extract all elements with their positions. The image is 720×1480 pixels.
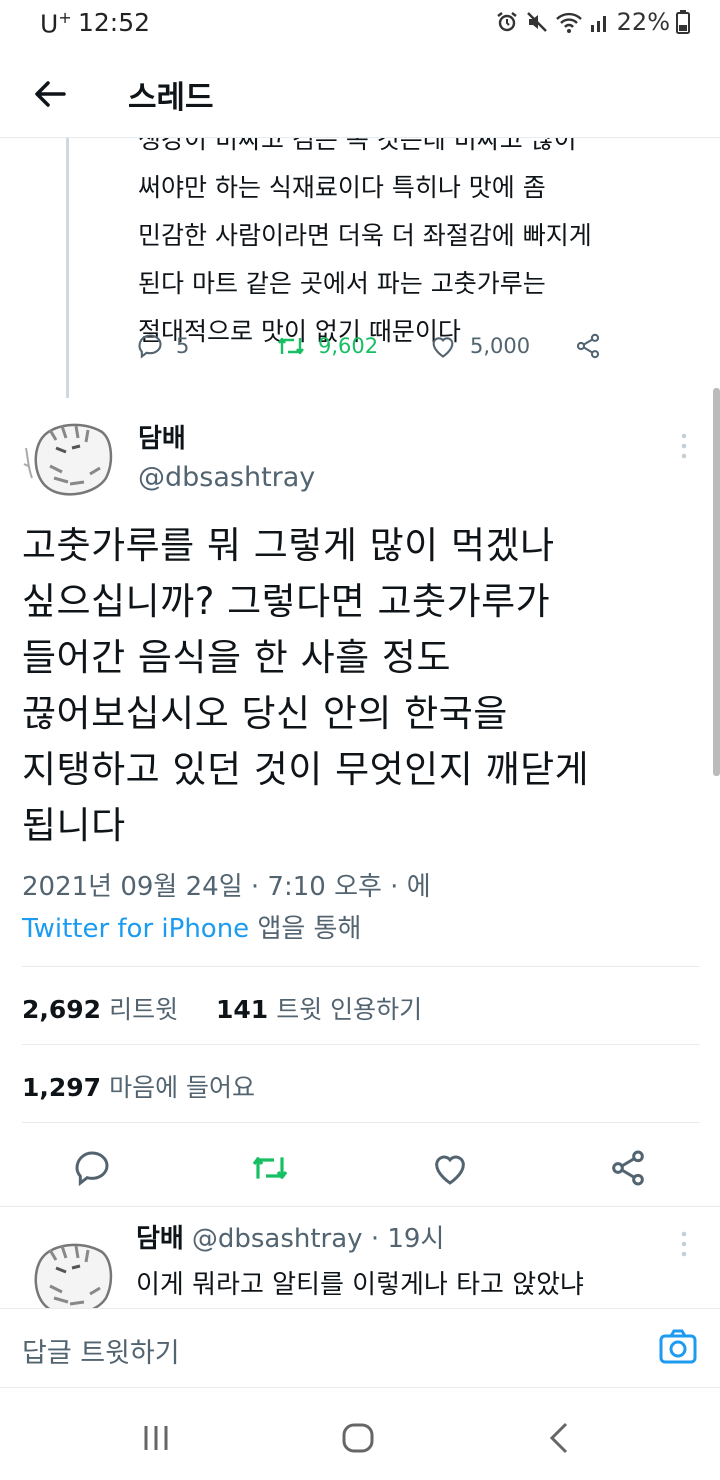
status-icons: 22% [495, 8, 690, 36]
previous-tweet-line: 된다 마트 같은 곳에서 파는 고춧가루는 [138, 269, 546, 298]
like-button[interactable]: 5,000 [428, 332, 530, 360]
retweets-stat[interactable]: 2,692 리트윗 [22, 995, 178, 1024]
previous-tweet-line: 민감한 사람이라면 더욱 더 좌절감에 빠지게 [138, 221, 592, 250]
alarm-icon [496, 12, 517, 32]
reply-icon [138, 334, 162, 359]
like-icon [432, 337, 454, 358]
previous-tweet-line: 써야만 하는 식재료이다 특히나 맛에 좀 [138, 173, 546, 202]
tweet-meta: 2021년 09월 24일 · 7:10 오후 · 에 Twitter for … [22, 866, 431, 950]
tweet-text-line: 고춧가루를 뭐 그렇게 많이 먹겠나 [22, 524, 555, 567]
avatar-drawing [20, 408, 120, 508]
more-icon[interactable] [674, 1226, 694, 1266]
mute-icon [526, 12, 547, 32]
thread-header: 스레드 [0, 48, 720, 138]
share-icon[interactable] [608, 1148, 648, 1188]
previous-tweet-actions: 5 9,602 5,000 [136, 332, 616, 372]
like-count: 5,000 [470, 334, 531, 358]
reply-button[interactable]: 5 [136, 332, 189, 360]
status-time: 12:52 [78, 8, 151, 37]
nav-back-icon[interactable] [540, 1418, 580, 1458]
quote-tweets-stat[interactable]: 141 트윗 인용하기 [216, 995, 422, 1024]
tweet-text-line: 끊어보십시오 당신 안의 한국을 [22, 692, 508, 735]
divider [22, 1044, 700, 1045]
reply-author-name[interactable]: 담배 [136, 1224, 184, 1254]
tweet-action-bar [0, 1138, 720, 1198]
page-title: 스레드 [128, 80, 214, 116]
status-bar: U+ 12:52 22% [0, 0, 720, 48]
share-icon [576, 333, 600, 359]
reply-compose-bar: 답글 트윗하기 [0, 1308, 720, 1388]
like-stat-count: 1,297 [22, 1073, 102, 1102]
share-button[interactable] [574, 332, 602, 360]
like-icon[interactable] [430, 1148, 470, 1188]
like-stat-label: 마음에 들어요 [109, 1073, 256, 1102]
camera-icon[interactable] [658, 1327, 698, 1367]
tweet-source-suffix: 앱을 통해 [257, 914, 362, 944]
divider [0, 1206, 720, 1207]
retweet-icon [278, 337, 304, 355]
thread-content[interactable]: 생강이 비싸고 검은 녹 것은데 비싸고 많이 써야만 하는 식재료이다 특히나… [0, 138, 720, 1308]
quote-stat-label: 트윗 인용하기 [276, 995, 423, 1024]
previous-tweet-text: 생강이 비싸고 검은 녹 것은데 비싸고 많이 써야만 하는 식재료이다 특히나… [138, 138, 698, 356]
tweet-text-line: 들어간 음식을 한 사흘 정도 [22, 636, 451, 679]
author-name[interactable]: 담배 [138, 418, 186, 455]
battery-icon [676, 10, 690, 34]
retweet-count: 9,602 [318, 334, 379, 358]
retweet-icon[interactable] [250, 1148, 290, 1188]
reply-input[interactable]: 답글 트윗하기 [22, 1331, 180, 1370]
wifi-icon [555, 12, 582, 33]
reply-author-row: 담배 @dbsashtray · 19시 [136, 1218, 444, 1255]
reply-tweet-text: 이게 뭐라고 알티를 이렇게나 타고 앉았냐 [136, 1270, 584, 1300]
tweet-datetime: 2021년 09월 24일 · 7:10 오후 · 에 [22, 872, 431, 902]
retweet-stat-count: 2,692 [22, 995, 102, 1024]
reply-icon[interactable] [72, 1148, 112, 1188]
tweet-source-link[interactable]: Twitter for iPhone [22, 914, 249, 944]
likes-stat[interactable]: 1,297 마음에 들어요 [22, 1068, 255, 1104]
battery-percent: 22% [616, 8, 670, 36]
scrollbar-thumb[interactable] [713, 388, 720, 776]
recent-apps-icon[interactable] [136, 1418, 176, 1458]
carrier-label: U+ [40, 8, 72, 39]
back-arrow-icon[interactable] [30, 74, 70, 114]
more-icon[interactable] [674, 428, 694, 468]
quote-stat-count: 141 [216, 995, 269, 1024]
tweet-text: 고춧가루를 뭐 그렇게 많이 먹겠나 싶으십니까? 그렇다면 고춧가루가 들어간… [22, 518, 702, 854]
system-nav-bar [0, 1390, 720, 1480]
avatar[interactable] [20, 408, 120, 508]
author-handle[interactable]: @dbsashtray [138, 462, 315, 493]
retweet-stat-label: 리트윗 [109, 995, 179, 1024]
reply-time: · 19시 [370, 1224, 445, 1254]
tweet-text-line: 지탱하고 있던 것이 무엇인지 깨닫게 [22, 748, 590, 791]
thread-connector-line [66, 138, 69, 398]
tweet-text-line: 됩니다 [22, 804, 126, 847]
tweet-text-line: 싶으십니까? 그렇다면 고춧가루가 [22, 580, 551, 623]
retweet-button[interactable]: 9,602 [276, 332, 378, 360]
retweet-stats: 2,692 리트윗 141 트윗 인용하기 [22, 990, 422, 1026]
divider [22, 966, 700, 967]
home-icon[interactable] [338, 1418, 378, 1458]
avatar-drawing [20, 1228, 120, 1308]
previous-tweet-line: 생강이 비싸고 검은 녹 것은데 비싸고 많이 [138, 138, 577, 154]
divider [22, 1122, 700, 1123]
avatar[interactable] [20, 1228, 120, 1308]
reply-count: 5 [176, 334, 190, 358]
reply-author-handle[interactable]: @dbsashtray [192, 1224, 363, 1254]
signal-icon [590, 16, 606, 32]
